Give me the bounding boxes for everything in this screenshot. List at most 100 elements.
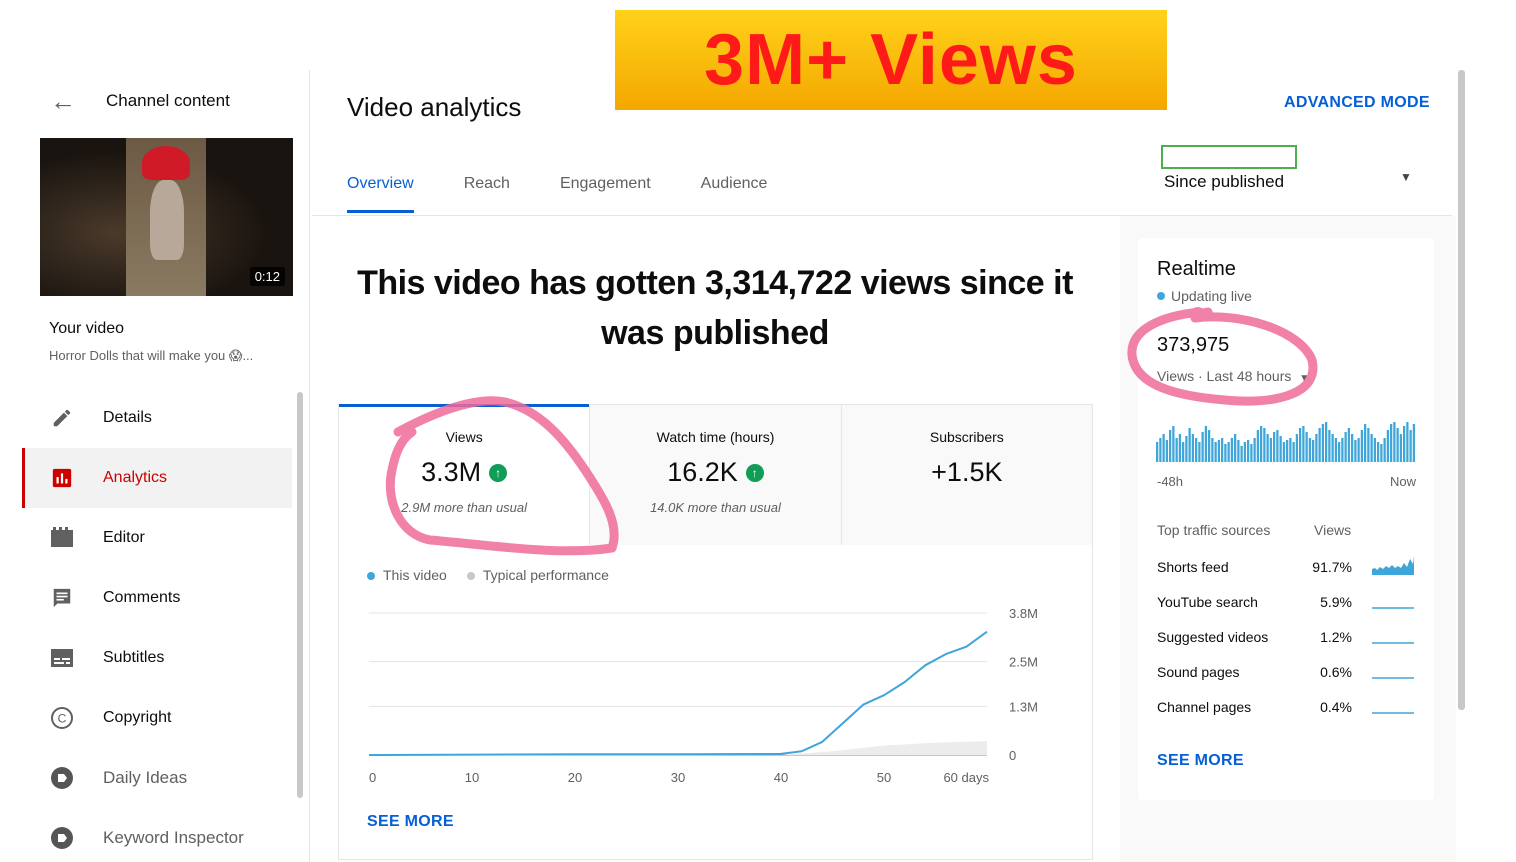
chevron-down-icon[interactable]: ▼ (1299, 373, 1309, 384)
realtime-bar (1169, 430, 1172, 462)
traffic-source-pct: 0.4% (1320, 699, 1352, 715)
realtime-bar (1253, 438, 1256, 462)
realtime-count: 373,975 (1157, 334, 1230, 356)
sidebar-scrollbar[interactable] (297, 392, 303, 798)
realtime-bar (1198, 442, 1201, 462)
comment-icon (50, 586, 74, 610)
svg-text:C: C (58, 712, 67, 726)
metric-value-row: 16.2K ↑ (590, 457, 840, 488)
realtime-bar (1260, 426, 1263, 462)
traffic-source-pct: 91.7% (1312, 559, 1352, 575)
realtime-bar (1201, 432, 1204, 462)
realtime-bar (1159, 438, 1162, 462)
sidebar-item-label: Details (103, 409, 152, 426)
sidebar-item-label: Analytics (103, 469, 168, 486)
realtime-bar (1321, 424, 1325, 462)
back-label: Channel content (106, 91, 230, 110)
realtime-metric-label: Views · Last 48 hours (1157, 368, 1292, 384)
sidebar-item-copyright[interactable]: C Copyright (22, 688, 292, 748)
see-more-button[interactable]: SEE MORE (367, 813, 454, 831)
realtime-bar (1276, 430, 1279, 462)
metric-label: Watch time (hours) (656, 429, 775, 445)
sidebar-item-label: Copyright (103, 709, 172, 726)
realtime-bar (1230, 438, 1234, 462)
series-typical-performance (781, 741, 987, 755)
traffic-row-suggested-videos[interactable]: Suggested videos 1.2% (1157, 629, 1417, 653)
sidebar-item-details[interactable]: Details (22, 388, 292, 448)
realtime-bar (1370, 434, 1373, 462)
realtime-metric-select[interactable]: Views · Last 48 hours ▼ (1157, 368, 1309, 384)
chevron-down-icon[interactable]: ▼ (1400, 170, 1412, 184)
traffic-source-name: Suggested videos (1157, 629, 1269, 645)
date-range-box[interactable] (1161, 145, 1297, 169)
realtime-bar (1156, 442, 1159, 462)
sidebar-item-comments[interactable]: Comments (22, 568, 292, 628)
legend-dot (367, 572, 375, 581)
traffic-source-name: Channel pages (1157, 699, 1252, 715)
realtime-bar (1172, 426, 1175, 462)
analytics-tabs: Overview Reach Engagement Audience (347, 175, 817, 215)
realtime-bar (1165, 440, 1169, 462)
traffic-row-sound-pages[interactable]: Sound pages 0.6% (1157, 664, 1417, 688)
realtime-bar (1263, 428, 1266, 462)
overview-card: Views 3.3M ↑ 2.9M more than usual Watch … (338, 404, 1093, 860)
sidebar-item-label: Subtitles (103, 649, 165, 666)
traffic-sources-label: Top traffic sources (1157, 522, 1271, 538)
metric-value: 16.2K (667, 457, 738, 487)
traffic-source-pct: 1.2% (1320, 629, 1352, 645)
realtime-bar (1185, 436, 1188, 462)
realtime-bar (1292, 442, 1295, 462)
your-video-label: Your video (49, 320, 125, 337)
realtime-bar (1240, 446, 1243, 462)
main-scrollbar[interactable] (1458, 70, 1465, 710)
realtime-bar (1195, 438, 1198, 462)
traffic-row-shorts-feed[interactable]: Shorts feed 91.7% (1157, 556, 1417, 583)
sidebar-item-keyword-inspector[interactable]: Keyword Inspector (22, 808, 292, 862)
tab-audience[interactable]: Audience (701, 175, 768, 215)
arrow-up-icon: ↑ (745, 463, 764, 482)
traffic-sparkline (1372, 607, 1414, 609)
date-range-select[interactable]: Since published (1164, 172, 1284, 192)
metric-label: Views (445, 429, 483, 445)
extension-icon (50, 826, 74, 850)
views-banner: 3M+ Views (615, 10, 1167, 110)
metric-views[interactable]: Views 3.3M ↑ 2.9M more than usual (339, 404, 590, 545)
metric-watch-time[interactable]: Watch time (hours) 16.2K ↑ 14.0K more th… (589, 405, 841, 545)
traffic-row-youtube-search[interactable]: YouTube search 5.9% (1157, 594, 1417, 618)
updating-live-indicator: Updating live (1157, 288, 1252, 304)
realtime-bar (1188, 428, 1191, 462)
tab-overview[interactable]: Overview (347, 175, 414, 215)
realtime-bar (1282, 442, 1286, 462)
tab-reach[interactable]: Reach (464, 175, 510, 215)
realtime-axis-start: -48h (1157, 474, 1184, 489)
realtime-bar (1393, 422, 1396, 462)
metric-comparison: 14.0K more than usual (650, 500, 781, 515)
metric-value: 3.3M (421, 457, 482, 487)
sidebar-item-editor[interactable]: Editor (22, 508, 292, 568)
page-title: Video analytics (347, 92, 522, 122)
tab-engagement[interactable]: Engagement (560, 175, 651, 215)
film-icon (50, 526, 74, 550)
metric-subscribers[interactable]: Subscribers +1.5K (840, 405, 1092, 545)
back-to-channel-content[interactable]: ← Channel content (50, 88, 230, 114)
back-arrow-icon[interactable]: ← (50, 88, 76, 114)
realtime-axis-end: Now (1389, 474, 1416, 489)
pencil-icon (50, 406, 74, 430)
sidebar-item-daily-ideas[interactable]: Daily Ideas (22, 748, 292, 808)
advanced-mode-link[interactable]: ADVANCED MODE (1284, 94, 1430, 112)
y-tick-label: 1.3M (1009, 699, 1038, 714)
extension-icon (50, 766, 74, 790)
x-tick-label: 60 days (943, 770, 989, 785)
realtime-bar (1214, 442, 1217, 462)
sidebar-item-analytics[interactable]: Analytics (22, 448, 292, 508)
traffic-row-channel-pages[interactable]: Channel pages 0.4% (1157, 699, 1417, 723)
sidebar-item-subtitles[interactable]: Subtitles (22, 628, 292, 688)
realtime-bar (1256, 430, 1260, 462)
realtime-see-more-button[interactable]: SEE MORE (1157, 752, 1244, 770)
realtime-title: Realtime (1157, 258, 1236, 280)
sidebar-item-label: Daily Ideas (103, 768, 188, 787)
updating-live-label: Updating live (1171, 288, 1252, 304)
legend-item-typical: Typical performance (466, 567, 609, 583)
realtime-bar (1364, 424, 1367, 462)
video-thumbnail[interactable]: 0:12 (40, 138, 293, 296)
